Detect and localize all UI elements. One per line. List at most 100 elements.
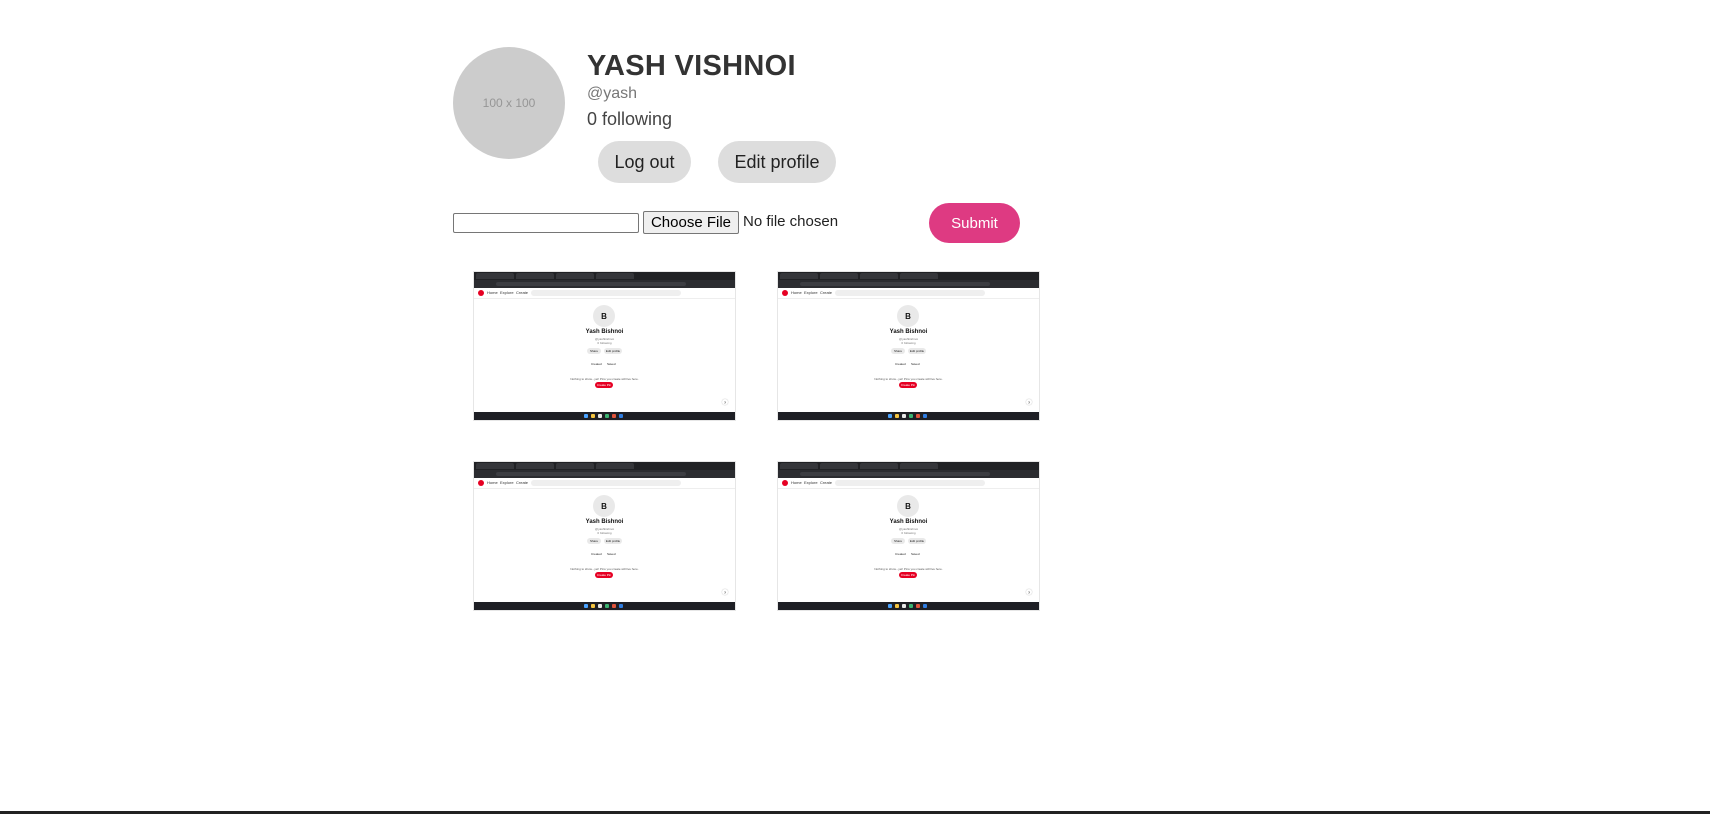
thumb-url-field (496, 282, 686, 286)
thumb-empty-message: Nothing to show...yet! Pins you create w… (570, 377, 639, 381)
thumb-nav-create: Create (820, 290, 833, 295)
thumb-edit-button: Edit profile (908, 348, 926, 354)
thumb-taskbar-icon (591, 604, 595, 608)
thumb-taskbar-icon (916, 604, 920, 608)
thumb-taskbar-icon (598, 604, 602, 608)
thumb-taskbar-icon (916, 414, 920, 418)
thumb-tab-created: Created (895, 362, 906, 366)
thumb-browser-tab (516, 273, 554, 279)
thumb-following: 0 following (901, 531, 916, 535)
thumb-browser-tab (780, 273, 818, 279)
thumb-browser-tab (596, 273, 634, 279)
thumb-tab-saved: Saved (911, 552, 920, 556)
thumb-browser-tab (900, 463, 938, 469)
thumb-search-bar (835, 290, 985, 296)
thumb-help-icon: ? (1026, 399, 1032, 405)
thumb-logo-icon (478, 480, 484, 486)
thumb-taskbar-icon (923, 414, 927, 418)
post-thumbnail[interactable]: Home Explore Create B Yash Bishnoi @yash… (474, 272, 735, 420)
post-thumbnail[interactable]: Home Explore Create B Yash Bishnoi @yash… (778, 272, 1039, 420)
thumb-logo-icon (478, 290, 484, 296)
thumb-nav-explore: Explore (500, 480, 514, 485)
thumb-edit-button: Edit profile (908, 538, 926, 544)
thumb-browser-tab (556, 463, 594, 469)
thumb-browser-tab (476, 463, 514, 469)
thumb-avatar: B (593, 305, 615, 327)
thumb-profile-name: Yash Bishnoi (585, 519, 624, 525)
thumb-browser-tab (516, 463, 554, 469)
thumb-help-icon: ? (722, 399, 728, 405)
thumb-taskbar-icon (591, 414, 595, 418)
thumb-browser-tab (900, 273, 938, 279)
thumb-edit-button: Edit profile (604, 538, 622, 544)
thumb-taskbar-icon (895, 604, 899, 608)
profile-handle: @yash (587, 85, 638, 102)
thumb-tab-created: Created (591, 552, 602, 556)
edit-profile-button[interactable]: Edit profile (718, 141, 836, 183)
thumb-share-button: Share (587, 348, 601, 354)
thumb-tab-saved: Saved (607, 362, 616, 366)
thumb-search-bar (531, 480, 681, 486)
thumb-taskbar-icon (612, 604, 616, 608)
thumb-empty-message: Nothing to show...yet! Pins you create w… (874, 377, 943, 381)
thumb-taskbar-icon (619, 414, 623, 418)
thumb-url-field (496, 472, 686, 476)
thumb-avatar: B (593, 495, 615, 517)
thumb-profile-name: Yash Bishnoi (585, 329, 624, 335)
thumb-create-pin-button: Create Pin (595, 572, 613, 578)
thumb-taskbar-icon (902, 604, 906, 608)
thumb-profile-name: Yash Bishnoi (889, 329, 928, 335)
thumb-browser-tab (820, 273, 858, 279)
thumb-help-icon: ? (1026, 589, 1032, 595)
thumb-share-button: Share (587, 538, 601, 544)
file-status-text: No file chosen (743, 213, 839, 230)
thumb-nav-home: Home (791, 480, 802, 485)
caption-input[interactable] (453, 213, 639, 233)
thumb-nav-explore: Explore (500, 290, 514, 295)
logout-button[interactable]: Log out (598, 141, 691, 183)
thumb-edit-button: Edit profile (604, 348, 622, 354)
thumb-tab-saved: Saved (607, 552, 616, 556)
thumb-tab-saved: Saved (911, 362, 920, 366)
profile-name: YASH VISHNOI (587, 50, 796, 82)
thumb-nav-home: Home (791, 290, 802, 295)
thumb-nav-create: Create (820, 480, 833, 485)
thumb-logo-icon (782, 480, 788, 486)
thumb-create-pin-button: Create Pin (899, 572, 917, 578)
thumb-taskbar-icon (598, 414, 602, 418)
thumb-taskbar-icon (923, 604, 927, 608)
thumb-nav-explore: Explore (804, 290, 818, 295)
thumb-share-button: Share (891, 348, 905, 354)
thumb-taskbar-icon (619, 604, 623, 608)
thumb-browser-tab (820, 463, 858, 469)
thumb-taskbar-icon (909, 414, 913, 418)
thumb-nav-create: Create (516, 290, 529, 295)
post-thumbnail[interactable]: Home Explore Create B Yash Bishnoi @yash… (778, 462, 1039, 610)
following-count[interactable]: 0 following (587, 109, 672, 130)
thumb-browser-tab (860, 463, 898, 469)
thumb-profile-name: Yash Bishnoi (889, 519, 928, 525)
submit-button[interactable]: Submit (929, 203, 1020, 243)
thumb-browser-tabbar (778, 462, 1039, 470)
thumb-following: 0 following (597, 531, 612, 535)
thumb-taskbar-icon (888, 604, 892, 608)
thumb-browser-tab (860, 273, 898, 279)
thumb-avatar: B (897, 305, 919, 327)
choose-file-button[interactable]: Choose File (643, 211, 739, 234)
post-thumbnail[interactable]: Home Explore Create B Yash Bishnoi @yash… (474, 462, 735, 610)
thumb-browser-tab (556, 273, 594, 279)
thumb-share-button: Share (891, 538, 905, 544)
thumb-create-pin-button: Create Pin (595, 382, 613, 388)
thumb-help-icon: ? (722, 589, 728, 595)
thumb-taskbar-icon (909, 604, 913, 608)
thumb-avatar: B (897, 495, 919, 517)
thumb-taskbar-icon (605, 414, 609, 418)
thumb-url-field (800, 282, 990, 286)
thumb-browser-tabbar (778, 272, 1039, 280)
thumb-following: 0 following (597, 341, 612, 345)
thumb-nav-home: Home (487, 480, 498, 485)
thumb-taskbar-icon (902, 414, 906, 418)
thumb-taskbar-icon (888, 414, 892, 418)
profile-avatar: 100 x 100 (453, 47, 565, 159)
thumb-browser-tab (780, 463, 818, 469)
